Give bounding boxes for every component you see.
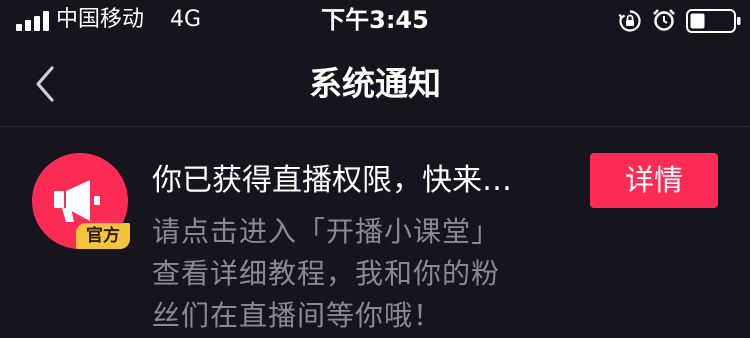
nav-bar: 系统通知	[0, 40, 750, 126]
status-bar: 中国移动 4G 下午3:45	[0, 0, 750, 40]
message-body: 请点击进入「开播小课堂」 查看详细教程，我和你的粉 丝们在直播间等你哦！	[152, 211, 562, 337]
battery-icon	[686, 9, 741, 33]
alarm-clock-icon	[653, 9, 675, 31]
detail-button[interactable]: 详情	[590, 153, 718, 208]
rotation-lock-icon	[618, 10, 641, 32]
message-body-line: 请点击进入「开播小课堂」	[152, 215, 501, 248]
megaphone-icon	[54, 180, 100, 222]
message-body-line: 丝们在直播间等你哦！	[152, 299, 443, 332]
page-title: 系统通知	[309, 64, 441, 103]
message-title: 你已获得直播权限，快来…	[152, 163, 512, 198]
message-body-line: 查看详细教程，我和你的粉	[152, 257, 501, 290]
official-badge: 官方	[76, 223, 130, 249]
notification-item[interactable]: 官方 你已获得直播权限，快来… 请点击进入「开播小课堂」 查看详细教程，我和你的…	[0, 127, 750, 338]
